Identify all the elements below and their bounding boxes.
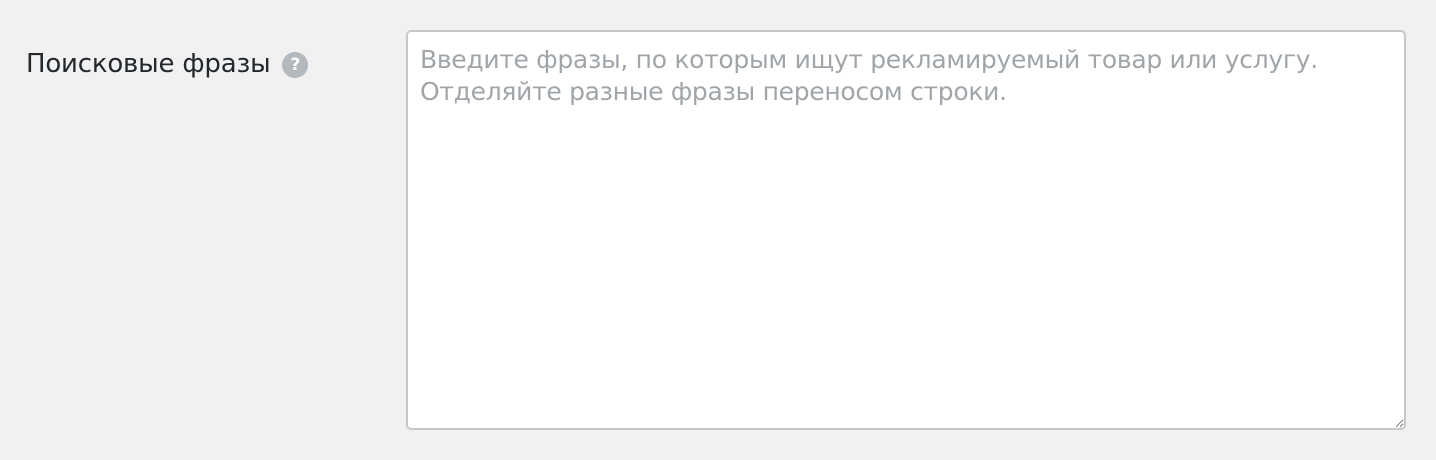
search-phrases-label: Поисковые фразы — [26, 49, 271, 79]
search-phrases-field-wrap — [406, 30, 1406, 430]
search-phrases-label-group: Поисковые фразы ? — [26, 46, 309, 82]
search-phrases-row: Поисковые фразы ? — [0, 0, 1436, 460]
search-phrases-textarea[interactable] — [406, 30, 1406, 430]
question-circle-icon[interactable]: ? — [282, 52, 309, 78]
